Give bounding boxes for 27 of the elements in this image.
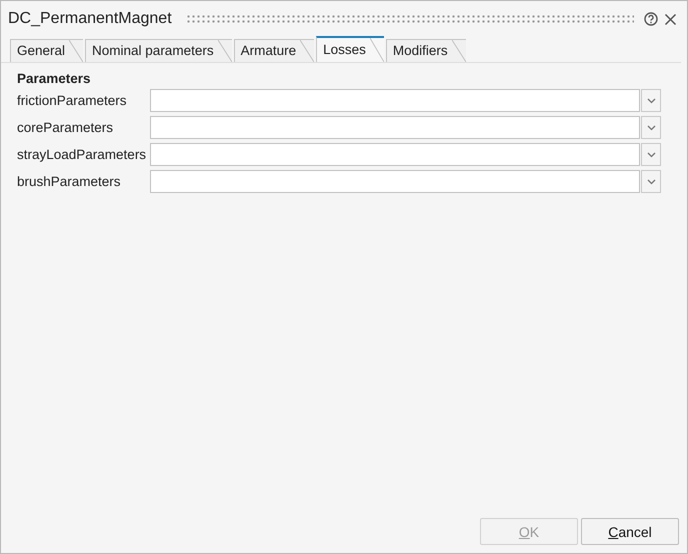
tab[interactable]: Armature	[234, 39, 314, 62]
window-title: DC_PermanentMagnet	[8, 10, 172, 28]
chevron-icon	[646, 152, 656, 158]
input-field[interactable]	[150, 116, 640, 139]
field-label: strayLoadParameters	[17, 147, 148, 162]
chevron-icon	[646, 98, 656, 104]
input-field[interactable]	[150, 170, 640, 193]
dropdown-button[interactable]	[641, 143, 661, 166]
chevron-icon	[646, 124, 656, 130]
help-icon[interactable]	[644, 12, 658, 26]
dropdown-button[interactable]	[641, 116, 661, 139]
dropdown-button[interactable]	[641, 170, 661, 193]
section-heading: Parameters	[17, 71, 92, 86]
tab[interactable]: Modifiers	[386, 39, 466, 62]
tab[interactable]: General	[10, 39, 84, 62]
chevron-icon	[646, 178, 656, 184]
field-label: coreParameters	[17, 120, 114, 135]
dropdown-button[interactable]	[641, 89, 661, 112]
tab[interactable]: Nominal parameters	[85, 39, 232, 62]
tab[interactable]: Losses	[316, 36, 384, 62]
input-field[interactable]	[150, 89, 640, 112]
drag-handle[interactable]	[186, 14, 634, 24]
input-field[interactable]	[150, 143, 640, 166]
dialog-button[interactable]: Cancel	[581, 518, 679, 545]
close-icon[interactable]	[664, 12, 677, 26]
field-label: frictionParameters	[17, 93, 128, 108]
field-label: brushParameters	[17, 174, 122, 189]
